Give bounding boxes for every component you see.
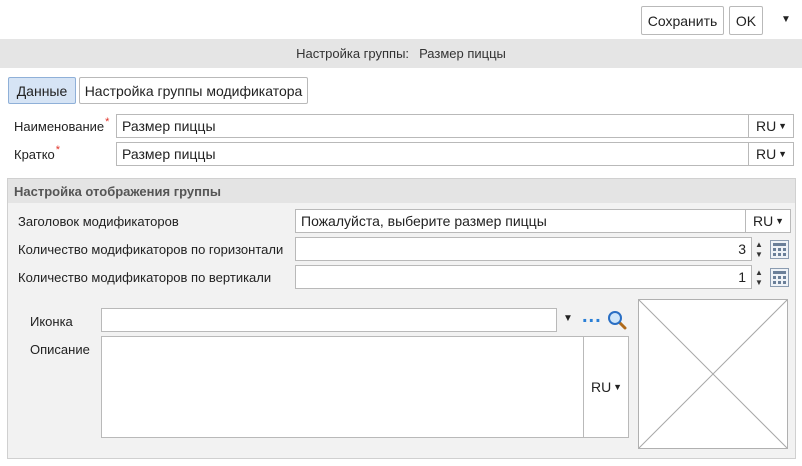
display-settings-title: Настройка отображения группы bbox=[8, 179, 795, 203]
save-button[interactable]: Сохранить bbox=[641, 6, 724, 35]
chevron-down-icon: ▼ bbox=[613, 382, 622, 392]
chevron-down-icon: ▼ bbox=[778, 149, 787, 159]
icon-browse-button[interactable]: ... bbox=[582, 306, 602, 326]
name-lang-value: RU bbox=[756, 118, 777, 134]
chevron-down-icon: ▼ bbox=[775, 216, 784, 226]
search-icon[interactable] bbox=[607, 310, 627, 330]
description-label: Описание bbox=[30, 342, 90, 357]
vertical-count-field[interactable]: 1 bbox=[295, 265, 752, 289]
description-field[interactable] bbox=[101, 336, 584, 438]
name-field[interactable]: Размер пиццы bbox=[116, 114, 749, 138]
stepper-down-icon[interactable]: ▼ bbox=[755, 278, 763, 288]
name-label-wrap: Наименование * bbox=[14, 116, 110, 134]
name-lang-select[interactable]: RU ▼ bbox=[748, 114, 794, 138]
icon-label: Иконка bbox=[30, 314, 73, 329]
short-required-mark: * bbox=[55, 144, 61, 156]
name-required-mark: * bbox=[105, 116, 110, 128]
icon-dropdown-icon[interactable]: ▼ bbox=[563, 313, 573, 324]
horizontal-count-field[interactable]: 3 bbox=[295, 237, 752, 261]
page-title: Настройка группы: Размер пиццы bbox=[0, 39, 802, 68]
short-label-wrap: Кратко * bbox=[14, 144, 61, 162]
vertical-count-label: Количество модификаторов по вертикали bbox=[18, 270, 272, 285]
short-label: Кратко bbox=[14, 146, 55, 162]
empty-image-placeholder-icon bbox=[638, 299, 788, 449]
modifiers-header-label: Заголовок модификаторов bbox=[18, 214, 179, 229]
calculator-icon[interactable] bbox=[770, 268, 789, 287]
stepper-down-icon[interactable]: ▼ bbox=[755, 250, 763, 260]
short-lang-select[interactable]: RU ▼ bbox=[748, 142, 794, 166]
more-menu-icon[interactable]: ▼ bbox=[780, 12, 792, 26]
vertical-count-stepper[interactable]: ▲ ▼ bbox=[753, 265, 765, 290]
horizontal-count-stepper[interactable]: ▲ ▼ bbox=[753, 237, 765, 262]
short-name-field[interactable]: Размер пиццы bbox=[116, 142, 749, 166]
icon-field[interactable] bbox=[101, 308, 557, 332]
modifiers-header-field[interactable]: Пожалуйста, выберите размер пиццы bbox=[295, 209, 746, 233]
icon-preview-image bbox=[638, 299, 788, 449]
page-title-prefix: Настройка группы: bbox=[296, 46, 410, 61]
description-lang-select[interactable]: RU ▼ bbox=[583, 336, 629, 438]
short-lang-value: RU bbox=[756, 146, 777, 162]
chevron-down-icon: ▼ bbox=[778, 121, 787, 131]
stepper-up-icon[interactable]: ▲ bbox=[755, 268, 763, 278]
calculator-icon[interactable] bbox=[770, 240, 789, 259]
description-lang-value: RU bbox=[591, 379, 612, 395]
modifiers-header-lang-select[interactable]: RU ▼ bbox=[745, 209, 791, 233]
horizontal-count-label: Количество модификаторов по горизонтали bbox=[18, 242, 284, 257]
ok-button[interactable]: OK bbox=[729, 6, 763, 35]
stepper-up-icon[interactable]: ▲ bbox=[755, 240, 763, 250]
page-title-group-name: Размер пиццы bbox=[419, 46, 506, 61]
tab-modifier-group-settings[interactable]: Настройка группы модификатора bbox=[79, 77, 308, 104]
name-label: Наименование bbox=[14, 118, 105, 134]
tab-data[interactable]: Данные bbox=[8, 77, 76, 104]
modifiers-header-lang-value: RU bbox=[753, 213, 774, 229]
